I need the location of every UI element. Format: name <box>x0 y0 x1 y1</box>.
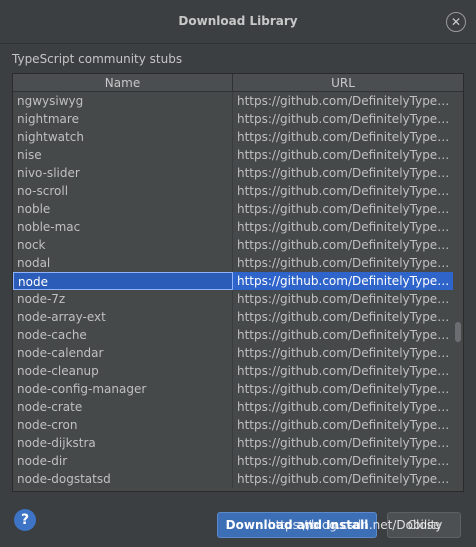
table-row[interactable]: node-cache https://github.com/DefinitelyT… <box>13 326 453 344</box>
cell-url: https://github.com/DefinitelyTyped/... <box>237 436 453 450</box>
cell-url: https://github.com/DefinitelyTyped/... <box>237 130 453 144</box>
table-row[interactable]: node-cron https://github.com/DefinitelyTy… <box>13 416 453 434</box>
cell-url: https://github.com/DefinitelyTyped/... <box>237 184 453 198</box>
table-row[interactable]: node-dijkstra https://github.com/Definite… <box>13 434 453 452</box>
column-header-name[interactable]: Name <box>13 74 233 92</box>
table-row[interactable]: node-7z https://github.com/DefinitelyType… <box>13 290 453 308</box>
table-row[interactable]: nightmare https://github.com/DefinitelyTy… <box>13 110 453 128</box>
cell-name: noble <box>13 200 233 218</box>
table-row[interactable]: node-config-manager https://github.com/De… <box>13 380 453 398</box>
cell-name: node-cron <box>13 416 233 434</box>
section-label: TypeScript community stubs <box>12 52 183 66</box>
dialog-title: Download Library <box>178 14 298 28</box>
cell-url: https://github.com/DefinitelyTyped/... <box>237 238 453 252</box>
cell-name: no-scroll <box>13 182 233 200</box>
vertical-scrollbar[interactable] <box>453 92 463 491</box>
cell-url: https://github.com/DefinitelyTyped/... <box>237 382 453 396</box>
table-row[interactable]: nodal https://github.com/DefinitelyTyped/… <box>13 254 453 272</box>
cell-name: node-array-ext <box>13 308 233 326</box>
cell-name: nightwatch <box>13 128 233 146</box>
cell-url: https://github.com/DefinitelyTyped/... <box>237 472 453 486</box>
cell-url: https://github.com/DefinitelyTyped/... <box>237 454 453 468</box>
cell-url: https://github.com/DefinitelyTyped/... <box>237 346 453 360</box>
cell-name: nock <box>13 236 233 254</box>
table-row[interactable]: node-array-ext https://github.com/Definit… <box>13 308 453 326</box>
library-table: Name URL ngwysiwyg https://github.com/Def… <box>12 73 464 492</box>
table-row[interactable]: nock https://github.com/DefinitelyTyped/.… <box>13 236 453 254</box>
help-icon[interactable]: ? <box>14 509 36 531</box>
cell-name: node-dijkstra <box>13 434 233 452</box>
table-row[interactable]: no-scroll https://github.com/DefinitelyTy… <box>13 182 453 200</box>
table-row[interactable]: nivo-slider https://github.com/Definitely… <box>13 164 453 182</box>
cell-name: nightmare <box>13 110 233 128</box>
cell-url: https://github.com/DefinitelyTyped/... <box>237 274 453 288</box>
cell-name: node <box>13 272 233 290</box>
cell-name: nodal <box>13 254 233 272</box>
table-row[interactable]: node-dir https://github.com/DefinitelyTyp… <box>13 452 453 470</box>
cell-name: nise <box>13 146 233 164</box>
table-row[interactable]: nise https://github.com/DefinitelyTyped/.… <box>13 146 453 164</box>
cell-name: node-7z <box>13 290 233 308</box>
table-row[interactable]: node https://github.com/DefinitelyTyped/.… <box>13 272 453 290</box>
cell-url: https://github.com/DefinitelyTyped/... <box>237 364 453 378</box>
cell-name: node-dir <box>13 452 233 470</box>
cell-name: node-crate <box>13 398 233 416</box>
cell-url: https://github.com/DefinitelyTyped/... <box>237 328 453 342</box>
title-bar: Download Library ✕ <box>0 0 476 44</box>
table-row[interactable]: node-crate https://github.com/DefinitelyT… <box>13 398 453 416</box>
cell-url: https://github.com/DefinitelyTyped/... <box>237 202 453 216</box>
cell-name: noble-mac <box>13 218 233 236</box>
column-header-url[interactable]: URL <box>233 74 453 92</box>
cell-url: https://github.com/DefinitelyTyped/... <box>237 400 453 414</box>
cell-name: node-dogstatsd <box>13 470 233 488</box>
cell-url: https://github.com/DefinitelyTyped/... <box>237 220 453 234</box>
table-row[interactable]: noble-mac https://github.com/DefinitelyTy… <box>13 218 453 236</box>
table-row[interactable]: node-cleanup https://github.com/Definitel… <box>13 362 453 380</box>
cell-url: https://github.com/DefinitelyTyped/... <box>237 310 453 324</box>
cell-url: https://github.com/DefinitelyTyped/... <box>237 112 453 126</box>
table-body: ngwysiwyg https://github.com/DefinitelyTy… <box>13 92 453 491</box>
table-row[interactable]: ngwysiwyg https://github.com/DefinitelyTy… <box>13 92 453 110</box>
cell-url: https://github.com/DefinitelyTyped/... <box>237 418 453 432</box>
cell-name: node-config-manager <box>13 380 233 398</box>
table-row[interactable]: nightwatch https://github.com/DefinitelyT… <box>13 128 453 146</box>
table-row[interactable]: node-calendar https://github.com/Definite… <box>13 344 453 362</box>
cell-name: nivo-slider <box>13 164 233 182</box>
cell-name: node-cache <box>13 326 233 344</box>
cell-name: ngwysiwyg <box>13 92 233 110</box>
cell-name: node-cleanup <box>13 362 233 380</box>
watermark: https://blog.csdn.net/Dobility <box>268 518 443 532</box>
close-icon[interactable]: ✕ <box>446 12 466 32</box>
table-row[interactable]: node-dogstatsd https://github.com/Definit… <box>13 470 453 488</box>
cell-url: https://github.com/DefinitelyTyped/... <box>237 256 453 270</box>
table-row[interactable]: noble https://github.com/DefinitelyTyped/… <box>13 200 453 218</box>
cell-url: https://github.com/DefinitelyTyped/... <box>237 148 453 162</box>
cell-url: https://github.com/DefinitelyTyped/... <box>237 292 453 306</box>
cell-url: https://github.com/DefinitelyTyped/... <box>237 94 453 108</box>
cell-name: node-calendar <box>13 344 233 362</box>
cell-url: https://github.com/DefinitelyTyped/... <box>237 166 453 180</box>
table-header: Name URL <box>13 74 463 92</box>
scrollbar-thumb[interactable] <box>455 322 461 342</box>
